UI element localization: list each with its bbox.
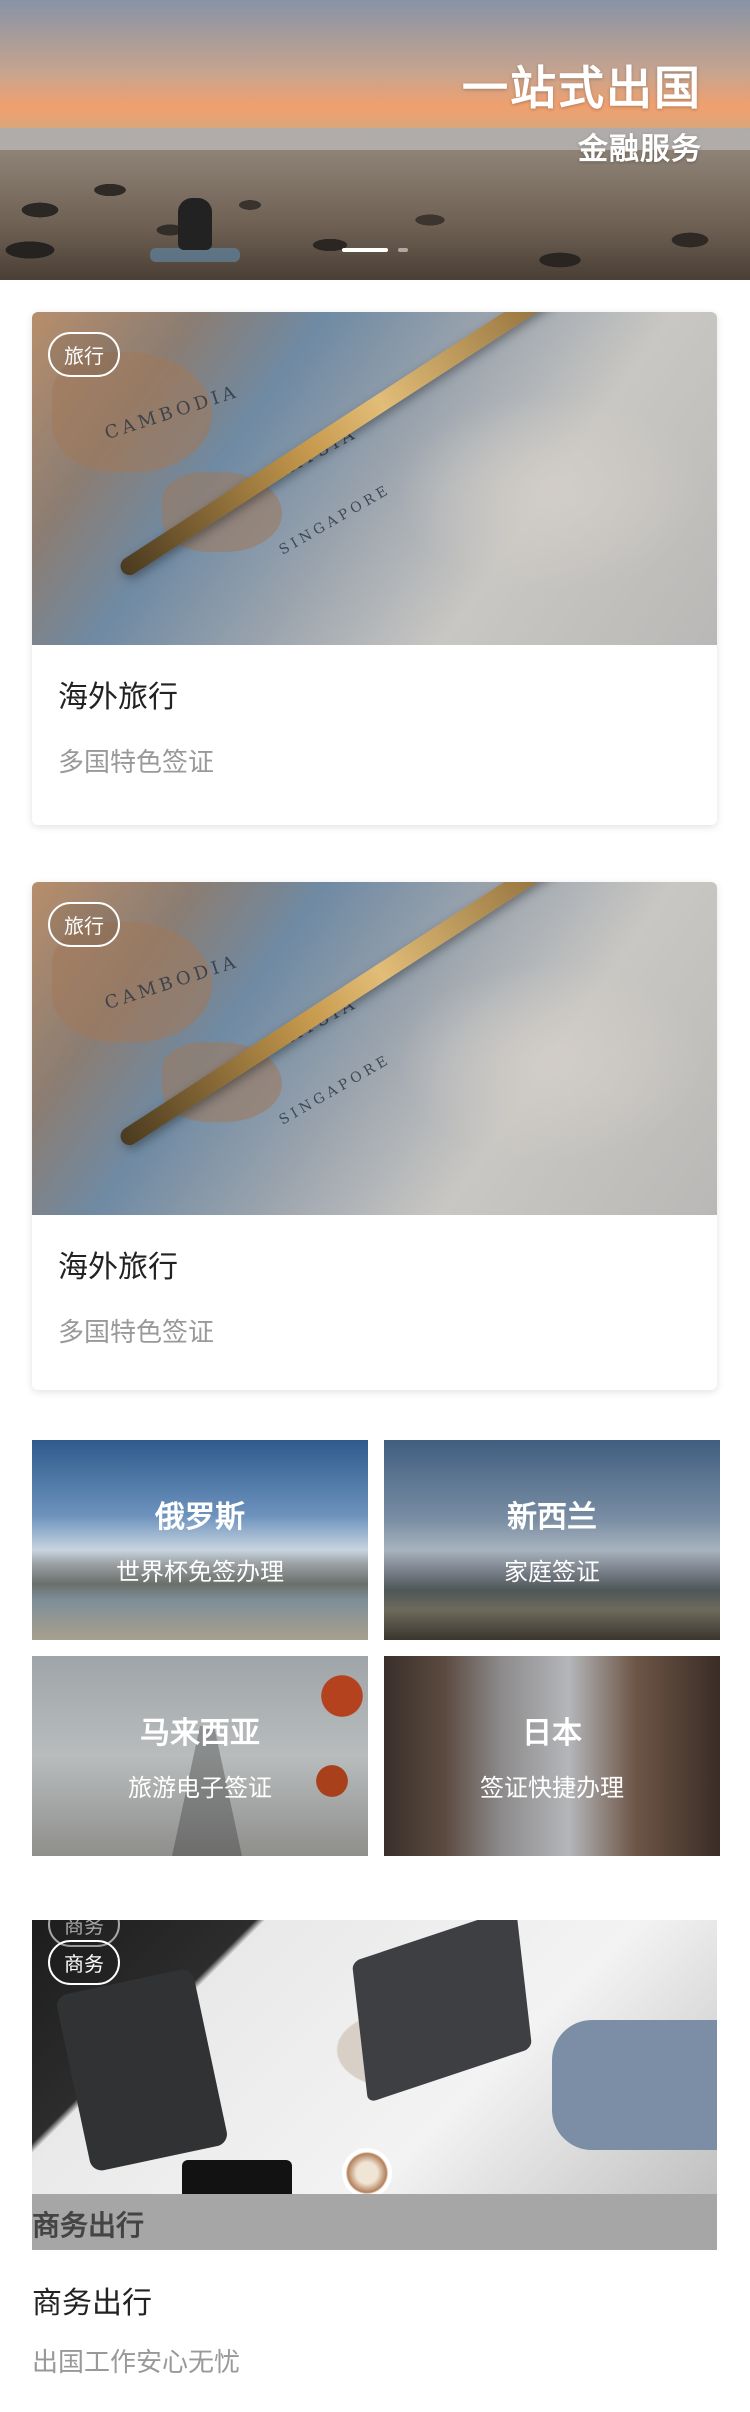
map-image: CAMBODIA MALAYSIA SINGAPORE 旅行 [32, 882, 717, 1215]
laptop-graphic [351, 1920, 533, 2103]
destination-tile-japan[interactable]: 日本 签证快捷办理 [384, 1656, 720, 1856]
business-description: 出国工作安心无忧 [32, 2348, 241, 2378]
person-silhouette [178, 198, 212, 250]
carousel-indicators[interactable] [0, 248, 750, 252]
card-title: 海外旅行 [58, 680, 178, 715]
arm-graphic [552, 2020, 717, 2150]
map-label: SINGAPORE [276, 1051, 394, 1129]
destination-name: 马来西亚 [140, 1716, 260, 1751]
destination-desc: 签证快捷办理 [480, 1774, 624, 1802]
card-description: 多国特色签证 [58, 748, 215, 778]
business-card[interactable]: 商务 商务 商务出行 [32, 1920, 717, 2250]
carousel-dot[interactable] [398, 248, 408, 252]
card-description: 多国特色签证 [58, 1318, 215, 1348]
card-title: 海外旅行 [58, 1250, 178, 1285]
carousel-dot-active[interactable] [342, 248, 388, 252]
destination-name: 新西兰 [507, 1500, 597, 1535]
destination-name: 俄罗斯 [155, 1500, 245, 1535]
banner-subtitle: 金融服务 [578, 132, 702, 167]
destination-tile-russia[interactable]: 俄罗斯 世界杯免签办理 [32, 1440, 368, 1640]
map-label: SINGAPORE [276, 481, 394, 559]
business-title: 商务出行 [32, 2286, 152, 2321]
destination-tile-new-zealand[interactable]: 新西兰 家庭签证 [384, 1440, 720, 1640]
category-tag: 旅行 [48, 332, 120, 377]
travel-card[interactable]: CAMBODIA MALAYSIA SINGAPORE 旅行 海外旅行 多国特色… [32, 882, 717, 1390]
overlay-title: 商务出行 [32, 2209, 145, 2242]
category-tag: 旅行 [48, 902, 120, 947]
hero-banner[interactable]: 一站式出国 金融服务 [0, 0, 750, 280]
card-terminal-graphic [54, 1967, 230, 2173]
beach-rocks [0, 150, 750, 280]
coffee-cup-graphic [342, 2148, 392, 2198]
destination-desc: 家庭签证 [504, 1558, 600, 1586]
travel-card[interactable]: CAMBODIA MALAYSIA SINGAPORE 旅行 海外旅行 多国特色… [32, 312, 717, 825]
destination-desc: 旅游电子签证 [128, 1774, 272, 1802]
map-image: CAMBODIA MALAYSIA SINGAPORE 旅行 [32, 312, 717, 645]
banner-title: 一站式出国 [462, 61, 702, 115]
destination-name: 日本 [522, 1716, 582, 1751]
destination-desc: 世界杯免签办理 [116, 1558, 284, 1586]
category-tag: 商务 [48, 1940, 120, 1985]
destination-tile-malaysia[interactable]: 马来西亚 旅游电子签证 [32, 1656, 368, 1856]
